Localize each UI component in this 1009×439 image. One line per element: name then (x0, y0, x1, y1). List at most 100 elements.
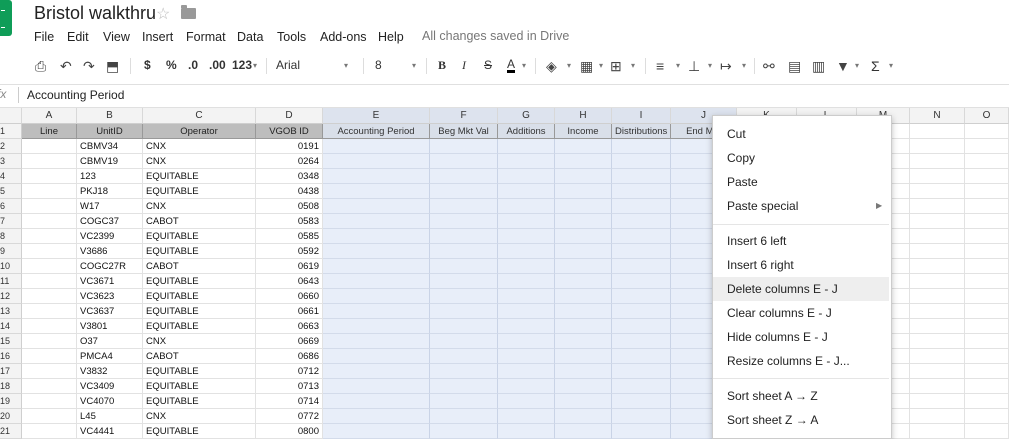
table-cell[interactable]: CABOT (143, 349, 256, 364)
menu-format[interactable]: Format (186, 30, 226, 44)
header-cell[interactable]: Line (22, 124, 77, 139)
column-header-i[interactable]: I (612, 108, 671, 124)
table-cell[interactable] (965, 259, 1009, 274)
sheets-logo-icon[interactable] (0, 0, 12, 36)
table-cell[interactable]: 0714 (256, 394, 323, 409)
table-cell[interactable] (323, 184, 430, 199)
table-cell[interactable]: EQUITABLE (143, 304, 256, 319)
table-cell[interactable] (555, 349, 612, 364)
table-cell[interactable] (612, 214, 671, 229)
table-cell[interactable]: EQUITABLE (143, 274, 256, 289)
table-cell[interactable]: 0583 (256, 214, 323, 229)
table-cell[interactable]: CNX (143, 409, 256, 424)
table-cell[interactable] (498, 364, 555, 379)
table-cell[interactable] (910, 319, 965, 334)
chevron-down-icon[interactable]: ▾ (708, 61, 712, 70)
chevron-down-icon[interactable]: ▾ (412, 61, 416, 70)
table-cell[interactable] (910, 304, 965, 319)
table-cell[interactable] (498, 304, 555, 319)
table-cell[interactable] (22, 199, 77, 214)
table-cell[interactable] (612, 394, 671, 409)
insert-chart-icon[interactable]: ▥ (812, 58, 825, 75)
table-cell[interactable]: 0191 (256, 139, 323, 154)
header-cell[interactable]: Income (555, 124, 612, 139)
functions-button[interactable]: Σ (871, 58, 880, 74)
table-cell[interactable]: VC3409 (77, 379, 143, 394)
table-cell[interactable]: PKJ18 (77, 184, 143, 199)
table-cell[interactable] (430, 379, 498, 394)
table-cell[interactable] (430, 289, 498, 304)
table-cell[interactable] (22, 154, 77, 169)
table-cell[interactable] (555, 184, 612, 199)
table-cell[interactable] (323, 259, 430, 274)
table-cell[interactable]: CBMV34 (77, 139, 143, 154)
table-cell[interactable]: 0772 (256, 409, 323, 424)
table-cell[interactable] (612, 274, 671, 289)
percent-format-button[interactable]: % (166, 58, 177, 72)
table-cell[interactable] (323, 379, 430, 394)
table-cell[interactable] (910, 349, 965, 364)
menu-item-sort-za[interactable]: Sort sheet Z → A (713, 408, 889, 432)
table-cell[interactable]: 0663 (256, 319, 323, 334)
strikethrough-button[interactable]: S (484, 58, 492, 72)
table-cell[interactable]: CNX (143, 154, 256, 169)
menu-tools[interactable]: Tools (277, 30, 306, 44)
table-cell[interactable] (612, 409, 671, 424)
table-cell[interactable] (965, 244, 1009, 259)
table-cell[interactable]: EQUITABLE (143, 184, 256, 199)
table-cell[interactable]: EQUITABLE (143, 379, 256, 394)
chevron-down-icon[interactable]: ▾ (631, 61, 635, 70)
table-cell[interactable]: 0660 (256, 289, 323, 304)
table-cell[interactable]: PMCA4 (77, 349, 143, 364)
table-cell[interactable] (612, 334, 671, 349)
table-cell[interactable] (910, 169, 965, 184)
table-cell[interactable]: W17 (77, 199, 143, 214)
formula-input[interactable]: Accounting Period (27, 88, 124, 102)
table-cell[interactable] (323, 289, 430, 304)
table-cell[interactable] (555, 274, 612, 289)
table-cell[interactable] (555, 229, 612, 244)
chevron-down-icon[interactable]: ▾ (742, 61, 746, 70)
table-cell[interactable] (430, 214, 498, 229)
table-cell[interactable] (612, 259, 671, 274)
table-cell[interactable]: EQUITABLE (143, 364, 256, 379)
table-cell[interactable] (965, 154, 1009, 169)
table-cell[interactable] (498, 244, 555, 259)
table-cell[interactable] (430, 304, 498, 319)
row-header[interactable]: 15 (0, 334, 22, 349)
table-cell[interactable] (430, 319, 498, 334)
table-cell[interactable] (430, 139, 498, 154)
table-cell[interactable] (965, 334, 1009, 349)
table-cell[interactable] (498, 289, 555, 304)
text-color-button[interactable]: A (507, 58, 516, 73)
table-cell[interactable] (430, 394, 498, 409)
table-cell[interactable] (965, 274, 1009, 289)
table-cell[interactable]: V3832 (77, 364, 143, 379)
table-cell[interactable] (22, 244, 77, 259)
table-cell[interactable]: VC2399 (77, 229, 143, 244)
table-cell[interactable] (323, 319, 430, 334)
table-cell[interactable] (555, 214, 612, 229)
decrease-decimal-button[interactable]: .0 (188, 58, 198, 72)
table-cell[interactable]: 0585 (256, 229, 323, 244)
table-cell[interactable] (555, 304, 612, 319)
table-cell[interactable] (498, 199, 555, 214)
chevron-down-icon[interactable]: ▾ (599, 61, 603, 70)
table-cell[interactable]: L45 (77, 409, 143, 424)
table-cell[interactable] (498, 394, 555, 409)
save-status[interactable]: All changes saved in Drive (422, 29, 569, 43)
table-cell[interactable] (555, 379, 612, 394)
table-cell[interactable] (323, 214, 430, 229)
table-cell[interactable] (910, 244, 965, 259)
table-cell[interactable]: EQUITABLE (143, 319, 256, 334)
row-header[interactable]: 13 (0, 304, 22, 319)
table-cell[interactable] (323, 154, 430, 169)
table-cell[interactable] (965, 214, 1009, 229)
column-header-b[interactable]: B (77, 108, 143, 124)
menu-item-insert-right[interactable]: Insert 6 right (713, 253, 889, 277)
row-header[interactable]: 1 (0, 124, 22, 139)
font-size-select[interactable]: 8 (375, 58, 382, 72)
menu-item-clear-columns[interactable]: Clear columns E - J (713, 301, 889, 325)
borders-icon[interactable]: ▦ (580, 58, 593, 75)
row-header[interactable]: 16 (0, 349, 22, 364)
